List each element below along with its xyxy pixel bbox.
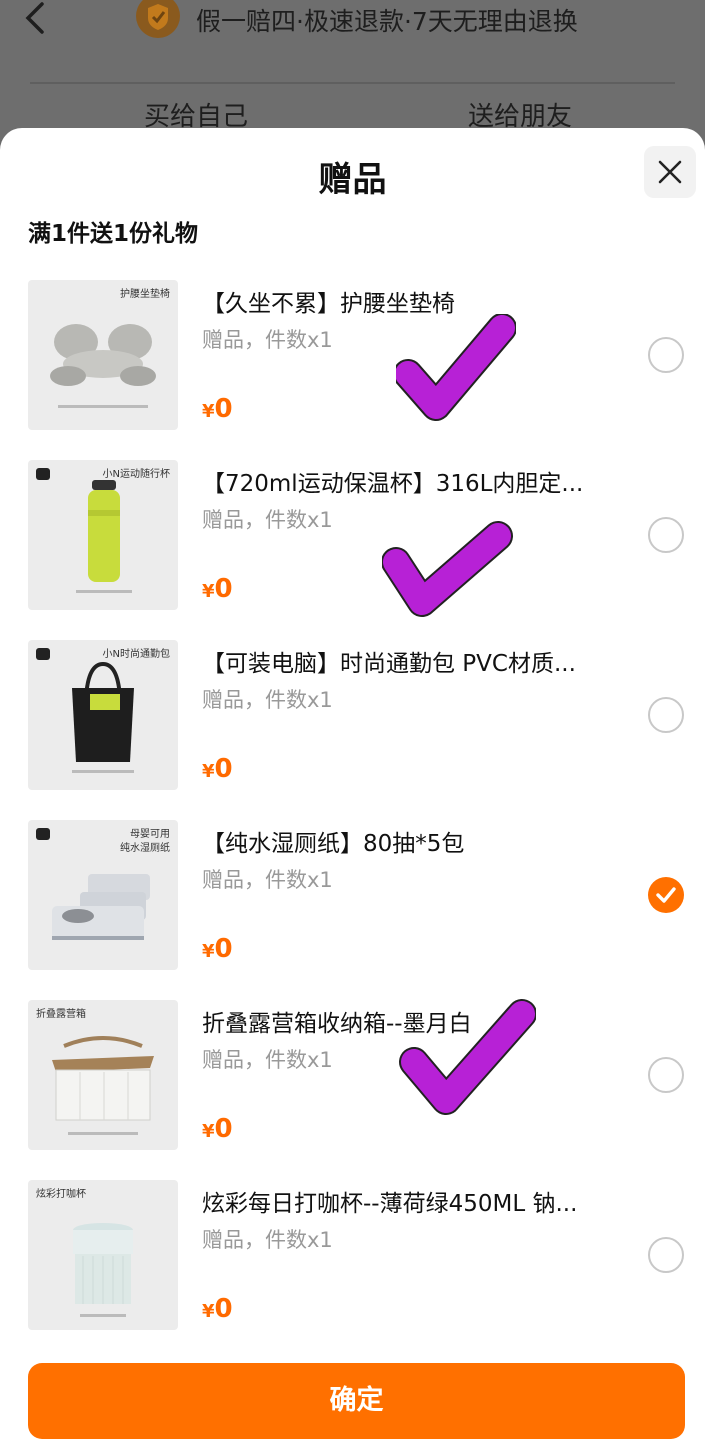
gift-thumbnail: 小N时尚通勤包 [28,640,178,790]
select-radio[interactable] [648,1057,684,1093]
promo-subtitle: 满1件送1份礼物 [28,221,199,247]
bag-image [36,648,134,773]
gift-price: ¥0 [202,1294,233,1324]
gift-thumbnail: 小N运动随行杯 [28,460,178,610]
select-radio[interactable] [648,697,684,733]
gift-item-commuter-bag[interactable]: 小N时尚通勤包 【可装电脑】时尚通勤包 PVC材质... 赠品，件数x1 ¥0 [0,640,705,820]
confirm-button[interactable]: 确定 [28,1363,685,1439]
gift-title: 【720ml运动保温杯】316L内胆定... [202,471,584,497]
close-button[interactable] [644,146,696,198]
gift-thumbnail: 折叠露营箱 [28,1000,178,1150]
gift-price: ¥0 [202,394,233,424]
gift-meta: 赠品，件数x1 [202,688,333,712]
gift-thumbnail: 母婴可用 纯水湿厕纸 [28,820,178,970]
background-page-header: 假一赔四·极速退款·7天无理由退换 买给自己 送给朋友 [0,0,705,140]
gift-title: 【久坐不累】护腰坐垫椅 [202,291,455,317]
select-radio[interactable] [648,337,684,373]
camping-box-image [52,1036,154,1135]
cushion-image [50,324,156,408]
divider [30,82,675,84]
close-icon [658,160,682,184]
gift-item-thermos-cup[interactable]: 小N运动随行杯 【720ml运动保温杯】316L内胆定... 赠品，件数x1 ¥… [0,460,705,640]
select-radio[interactable] [648,1237,684,1273]
gift-price: ¥0 [202,934,233,964]
gift-meta: 赠品，件数x1 [202,1048,333,1072]
annotation-checkmark-icon [396,314,516,423]
gift-meta: 赠品，件数x1 [202,328,333,352]
gift-thumbnail: 炫彩打咖杯 [28,1180,178,1330]
gift-meta: 赠品，件数x1 [202,868,333,892]
annotation-checkmark-icon [398,997,536,1117]
gift-title: 炫彩每日打咖杯--薄荷绿450ML 钠... [202,1191,578,1217]
annotation-checkmark-icon [382,519,514,619]
gift-price: ¥0 [202,754,233,784]
select-radio[interactable] [648,517,684,553]
gift-price: ¥0 [202,574,233,604]
thermos-image [36,468,132,593]
gift-price: ¥0 [202,1114,233,1144]
gift-item-wet-wipes[interactable]: 母婴可用 纯水湿厕纸 【纯水湿厕纸】80抽*5包 赠品，件数x1 ¥0 [0,820,705,1000]
gift-title: 【纯水湿厕纸】80抽*5包 [202,831,465,857]
chevron-left-icon[interactable] [18,2,52,36]
gift-item-coffee-cup[interactable]: 炫彩打咖杯 炫彩每日打咖杯--薄荷绿450ML 钠... 赠品，件数x1 ¥0 [0,1180,705,1360]
shield-check-icon [132,0,182,40]
gift-thumbnail: 护腰坐垫椅 [28,280,178,430]
wipes-image [36,828,150,940]
gift-meta: 赠品，件数x1 [202,1228,333,1252]
gift-list: 护腰坐垫椅 【久坐不累】护腰坐垫椅 赠品，件数x1 ¥0 小N运动随行杯 【72… [0,280,705,1360]
gift-sheet: 赠品 满1件送1份礼物 护腰坐垫椅 【久坐不累】护腰坐垫椅 赠品，件数x1 ¥0 [0,128,705,1440]
checkmark-icon [656,887,676,903]
gift-title: 【可装电脑】时尚通勤包 PVC材质... [202,651,576,677]
guarantee-text: 假一赔四·极速退款·7天无理由退换 [196,7,578,36]
gift-item-lumbar-cushion[interactable]: 护腰坐垫椅 【久坐不累】护腰坐垫椅 赠品，件数x1 ¥0 [0,280,705,460]
select-radio-checked[interactable] [648,877,684,913]
coffee-cup-image [73,1223,133,1317]
sheet-title: 赠品 [318,160,387,200]
gift-meta: 赠品，件数x1 [202,508,333,532]
gift-item-camping-box[interactable]: 折叠露营箱 折叠露营箱收纳箱--墨月白 赠品，件数x1 ¥0 [0,1000,705,1180]
